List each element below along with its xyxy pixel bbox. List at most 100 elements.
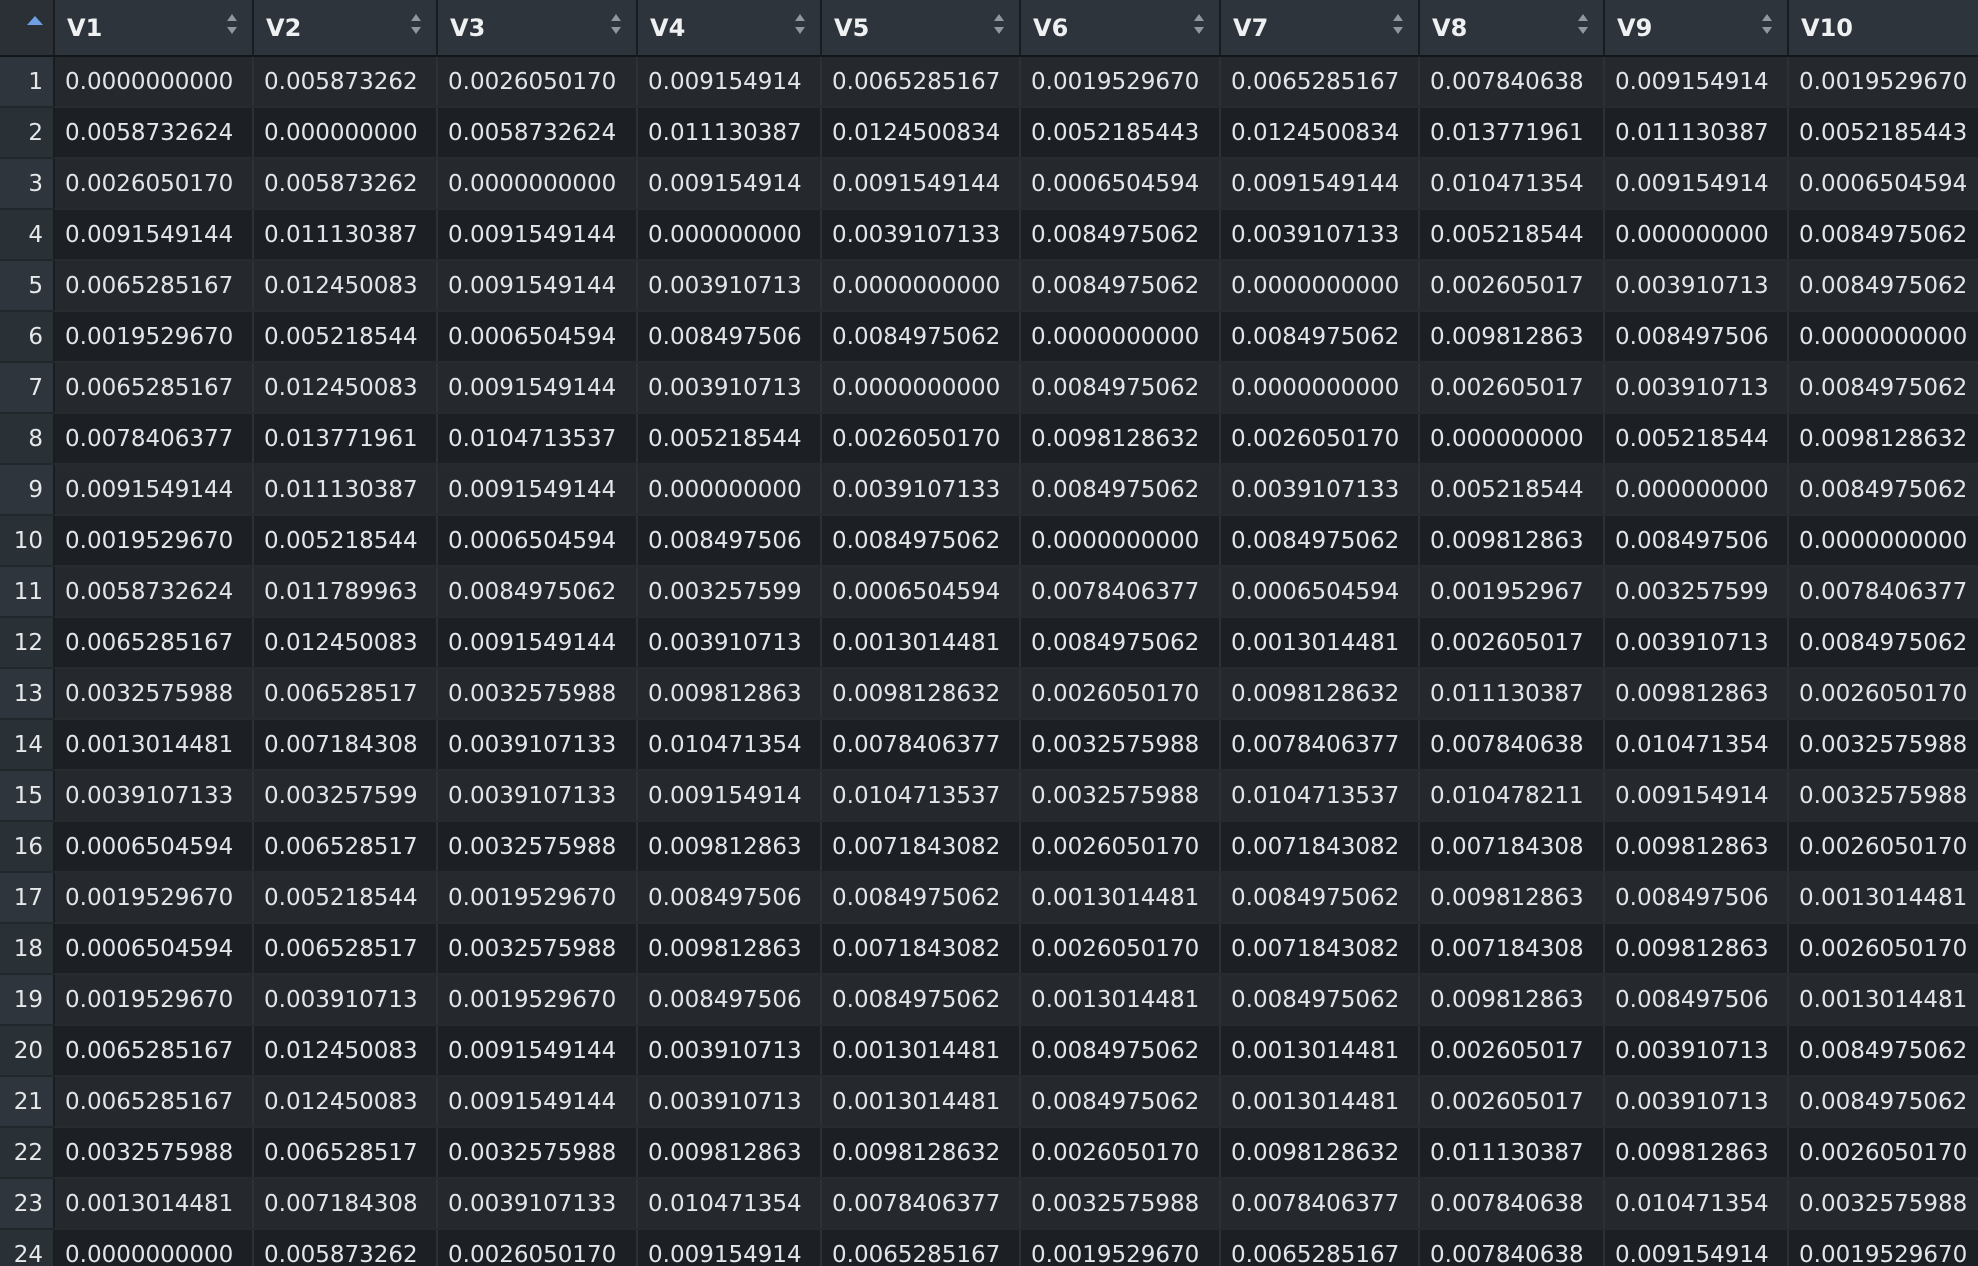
table-cell[interactable]: 0.0032575988 <box>1788 1178 1978 1230</box>
table-cell[interactable]: 0.0000000000 <box>54 1229 254 1266</box>
table-cell[interactable]: 0.0052185443 <box>1020 107 1221 159</box>
table-cell[interactable]: 0.0000000000 <box>1020 515 1221 567</box>
table-cell[interactable]: 0.000000000 <box>253 107 438 159</box>
table-cell[interactable]: 0.0026050170 <box>1020 1127 1221 1179</box>
table-cell[interactable]: 0.0065285167 <box>1220 1229 1420 1266</box>
table-cell[interactable]: 0.007184308 <box>1419 923 1605 975</box>
table-cell[interactable]: 0.003257599 <box>637 566 822 618</box>
table-cell[interactable]: 0.009154914 <box>1604 770 1789 822</box>
table-cell[interactable]: 0.0039107133 <box>1220 209 1420 261</box>
table-cell[interactable]: 0.0078406377 <box>1220 1178 1420 1230</box>
table-cell[interactable]: 0.0091549144 <box>437 260 638 312</box>
table-cell[interactable]: 0.003257599 <box>1604 566 1789 618</box>
table-cell[interactable]: 0.0019529670 <box>54 515 254 567</box>
table-cell[interactable]: 0.0019529670 <box>1788 56 1978 108</box>
table-cell[interactable]: 0.0078406377 <box>54 413 254 465</box>
table-cell[interactable]: 0.0019529670 <box>1020 1229 1221 1266</box>
table-cell[interactable]: 0.009812863 <box>1604 668 1789 720</box>
table-cell[interactable]: 0.008497506 <box>1604 515 1789 567</box>
column-header-v2[interactable]: V2 <box>253 0 438 57</box>
table-cell[interactable]: 0.0091549144 <box>437 1076 638 1128</box>
table-cell[interactable]: 0.007840638 <box>1419 56 1605 108</box>
row-index-sort-header[interactable] <box>0 0 55 57</box>
table-cell[interactable]: 0.005218544 <box>637 413 822 465</box>
table-cell[interactable]: 0.0013014481 <box>821 617 1021 669</box>
table-cell[interactable]: 0.0019529670 <box>54 872 254 924</box>
table-cell[interactable]: 0.010471354 <box>637 719 822 771</box>
table-cell[interactable]: 0.0078406377 <box>821 1178 1021 1230</box>
table-cell[interactable]: 0.001952967 <box>1419 566 1605 618</box>
table-cell[interactable]: 0.0032575988 <box>1020 719 1221 771</box>
table-cell[interactable]: 0.0091549144 <box>437 464 638 516</box>
column-header-v10[interactable]: V10 <box>1788 0 1978 57</box>
table-cell[interactable]: 0.0000000000 <box>1220 260 1420 312</box>
table-cell[interactable]: 0.0091549144 <box>54 209 254 261</box>
table-cell[interactable]: 0.0006504594 <box>1020 158 1221 210</box>
table-cell[interactable]: 0.006528517 <box>253 668 438 720</box>
table-cell[interactable]: 0.0026050170 <box>821 413 1021 465</box>
table-cell[interactable]: 0.012450083 <box>253 1025 438 1077</box>
table-cell[interactable]: 0.011130387 <box>637 107 822 159</box>
table-cell[interactable]: 0.003910713 <box>637 617 822 669</box>
table-cell[interactable]: 0.003910713 <box>1604 1076 1789 1128</box>
table-cell[interactable]: 0.0013014481 <box>1020 974 1221 1026</box>
table-cell[interactable]: 0.0006504594 <box>821 566 1021 618</box>
table-cell[interactable]: 0.0006504594 <box>1220 566 1420 618</box>
table-cell[interactable]: 0.0065285167 <box>54 260 254 312</box>
table-cell[interactable]: 0.009154914 <box>637 158 822 210</box>
table-cell[interactable]: 0.0091549144 <box>821 158 1021 210</box>
table-cell[interactable]: 0.0019529670 <box>1020 56 1221 108</box>
table-cell[interactable]: 0.013771961 <box>1419 107 1605 159</box>
table-cell[interactable]: 0.0032575988 <box>437 668 638 720</box>
table-cell[interactable]: 0.002605017 <box>1419 362 1605 414</box>
table-cell[interactable]: 0.0104713537 <box>821 770 1021 822</box>
table-cell[interactable]: 0.0032575988 <box>437 821 638 873</box>
table-cell[interactable]: 0.0084975062 <box>1788 260 1978 312</box>
table-cell[interactable]: 0.0013014481 <box>821 1076 1021 1128</box>
table-cell[interactable]: 0.0098128632 <box>1788 413 1978 465</box>
table-cell[interactable]: 0.0084975062 <box>1788 617 1978 669</box>
table-cell[interactable]: 0.0039107133 <box>437 1178 638 1230</box>
table-cell[interactable]: 0.006528517 <box>253 1127 438 1179</box>
table-cell[interactable]: 0.006528517 <box>253 821 438 873</box>
table-cell[interactable]: 0.009812863 <box>1604 923 1789 975</box>
table-cell[interactable]: 0.0084975062 <box>1020 260 1221 312</box>
table-cell[interactable]: 0.0013014481 <box>1788 872 1978 924</box>
table-cell[interactable]: 0.0006504594 <box>54 923 254 975</box>
table-cell[interactable]: 0.003910713 <box>637 1076 822 1128</box>
table-cell[interactable]: 0.003910713 <box>253 974 438 1026</box>
table-cell[interactable]: 0.0084975062 <box>821 872 1021 924</box>
table-cell[interactable]: 0.0019529670 <box>1788 1229 1978 1266</box>
table-cell[interactable]: 0.012450083 <box>253 617 438 669</box>
table-cell[interactable]: 0.008497506 <box>1604 974 1789 1026</box>
table-cell[interactable]: 0.0065285167 <box>54 1076 254 1128</box>
table-cell[interactable]: 0.0058732624 <box>54 107 254 159</box>
table-cell[interactable]: 0.0039107133 <box>437 719 638 771</box>
table-cell[interactable]: 0.0019529670 <box>437 872 638 924</box>
table-cell[interactable]: 0.003910713 <box>637 260 822 312</box>
table-cell[interactable]: 0.0026050170 <box>1020 821 1221 873</box>
table-cell[interactable]: 0.0039107133 <box>437 770 638 822</box>
table-cell[interactable]: 0.0032575988 <box>54 1127 254 1179</box>
table-cell[interactable]: 0.0000000000 <box>821 260 1021 312</box>
column-header-v5[interactable]: V5 <box>821 0 1021 57</box>
table-cell[interactable]: 0.0098128632 <box>821 668 1021 720</box>
table-cell[interactable]: 0.000000000 <box>1419 413 1605 465</box>
table-cell[interactable]: 0.0084975062 <box>821 515 1021 567</box>
table-cell[interactable]: 0.009154914 <box>1604 158 1789 210</box>
table-cell[interactable]: 0.0013014481 <box>1220 617 1420 669</box>
column-header-v7[interactable]: V7 <box>1220 0 1420 57</box>
table-cell[interactable]: 0.005873262 <box>253 1229 438 1266</box>
table-cell[interactable]: 0.0078406377 <box>1220 719 1420 771</box>
table-cell[interactable]: 0.0006504594 <box>437 311 638 363</box>
table-cell[interactable]: 0.013771961 <box>253 413 438 465</box>
table-cell[interactable]: 0.0032575988 <box>1788 770 1978 822</box>
table-cell[interactable]: 0.0084975062 <box>1020 464 1221 516</box>
table-cell[interactable]: 0.0039107133 <box>821 464 1021 516</box>
table-cell[interactable]: 0.0006504594 <box>437 515 638 567</box>
table-cell[interactable]: 0.0084975062 <box>821 974 1021 1026</box>
table-cell[interactable]: 0.009812863 <box>637 668 822 720</box>
table-cell[interactable]: 0.0000000000 <box>1788 311 1978 363</box>
table-cell[interactable]: 0.010471354 <box>1604 1178 1789 1230</box>
table-cell[interactable]: 0.0052185443 <box>1788 107 1978 159</box>
